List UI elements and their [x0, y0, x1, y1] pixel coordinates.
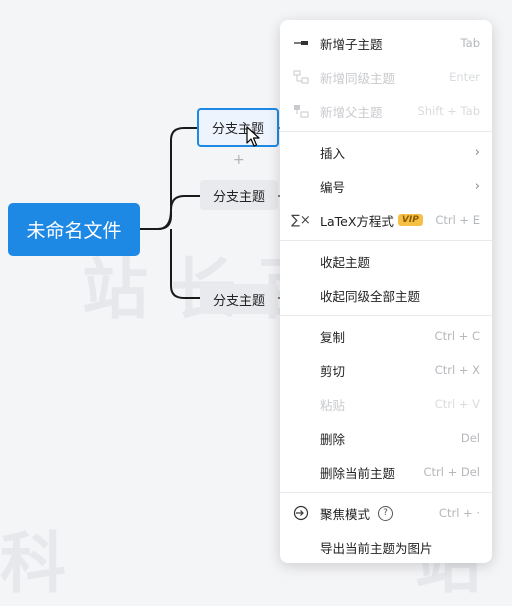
sigma-icon: ∑× — [291, 212, 311, 228]
menu-item-delete[interactable]: 删除 Del — [280, 421, 492, 455]
menu-item-label: 复制 — [320, 329, 346, 345]
menu-item-label: 收起主题 — [320, 254, 371, 270]
menu-item-numbering[interactable]: 编号 › — [280, 169, 492, 203]
mouse-cursor-icon — [246, 126, 260, 147]
root-topic[interactable]: 未命名文件 — [8, 203, 140, 256]
menu-item-add-parent[interactable]: 新增父主题 Shift + Tab — [280, 94, 492, 128]
menu-item-collapse-all-siblings[interactable]: 收起同级全部主题 — [280, 278, 492, 312]
menu-divider — [280, 315, 492, 316]
branch-topic-selected[interactable]: 分支主题 — [197, 108, 279, 147]
menu-item-label: 编号 — [320, 179, 346, 195]
menu-item-collapse[interactable]: 收起主题 — [280, 244, 492, 278]
add-parent-icon — [292, 103, 310, 119]
menu-item-label: 新增父主题 — [320, 104, 383, 120]
menu-item-label: 收起同级全部主题 — [320, 288, 421, 304]
menu-item-delete-current[interactable]: 删除当前主题 Ctrl + Del — [280, 455, 492, 489]
menu-item-label: 聚焦模式 — [320, 506, 371, 522]
focus-enter-icon — [292, 505, 310, 521]
shortcut-hint: Del — [460, 431, 480, 445]
menu-item-label: 剪切 — [320, 363, 346, 379]
shortcut-hint: Shift + Tab — [417, 104, 480, 118]
branch-topic[interactable]: 分支主题 — [200, 180, 278, 210]
branch-topic[interactable]: 分支主题 — [200, 284, 278, 314]
shortcut-hint: Enter — [449, 70, 480, 84]
menu-item-paste[interactable]: 粘贴 Ctrl + V — [280, 387, 492, 421]
chevron-right-icon: › — [474, 144, 480, 160]
menu-item-add-child[interactable]: 新增子主题 Tab — [280, 26, 492, 60]
menu-item-label: 导出当前主题为图片 — [320, 540, 433, 556]
shortcut-hint: Ctrl + C — [434, 329, 480, 343]
menu-item-add-sibling[interactable]: 新增同级主题 Enter — [280, 60, 492, 94]
menu-item-export-image[interactable]: 导出当前主题为图片 — [280, 530, 492, 564]
menu-item-label: 粘贴 — [320, 397, 346, 413]
chevron-right-icon: › — [474, 178, 480, 194]
shortcut-hint: Ctrl + E — [435, 213, 480, 227]
menu-item-cut[interactable]: 剪切 Ctrl + X — [280, 353, 492, 387]
shortcut-hint: Ctrl + V — [434, 397, 480, 411]
add-child-icon — [292, 35, 310, 51]
menu-item-label: LaTeX方程式 — [320, 213, 394, 229]
menu-item-latex[interactable]: ∑× LaTeX方程式 VIP Ctrl + E — [280, 203, 492, 237]
menu-item-label: 删除 — [320, 431, 346, 447]
add-topic-icon[interactable]: + — [233, 152, 245, 168]
shortcut-hint: Ctrl + · — [438, 506, 480, 520]
menu-item-label: 新增子主题 — [320, 36, 383, 52]
add-sibling-icon — [292, 69, 310, 85]
menu-item-insert[interactable]: 插入 › — [280, 135, 492, 169]
menu-divider — [280, 492, 492, 493]
shortcut-hint: Ctrl + X — [434, 363, 480, 377]
menu-item-copy[interactable]: 复制 Ctrl + C — [280, 319, 492, 353]
menu-item-label: 新增同级主题 — [320, 70, 396, 86]
help-icon[interactable]: ? — [378, 505, 394, 521]
menu-item-focus-mode[interactable]: 聚焦模式 ? Ctrl + · — [280, 496, 492, 530]
shortcut-hint: Tab — [460, 36, 480, 50]
menu-item-label: 插入 — [320, 145, 346, 161]
menu-divider — [280, 131, 492, 132]
vip-badge: VIP — [397, 214, 423, 226]
menu-item-label: 删除当前主题 — [320, 465, 396, 481]
menu-divider — [280, 240, 492, 241]
shortcut-hint: Ctrl + Del — [423, 465, 480, 479]
context-menu: 新增子主题 Tab 新增同级主题 Enter 新增父主题 Shift + Tab… — [280, 20, 492, 563]
